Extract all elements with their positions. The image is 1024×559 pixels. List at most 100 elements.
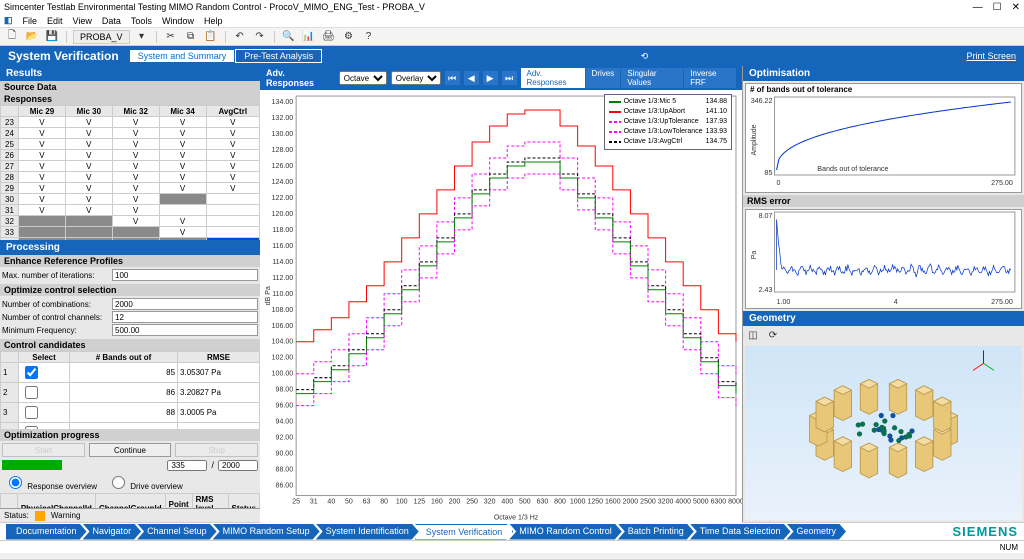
undo-icon[interactable]: ↶ xyxy=(232,30,248,44)
octave-select[interactable]: Octave xyxy=(339,71,387,85)
overview-table[interactable]: PhysicalChannelIdChannelGroupIdPoint IdR… xyxy=(0,493,260,508)
minfreq-input[interactable] xyxy=(112,324,258,336)
breadcrumb: System and Summary Pre-Test Analysis xyxy=(129,48,323,64)
menu-file[interactable]: File xyxy=(23,16,38,26)
paste-icon[interactable]: 📋 xyxy=(203,30,219,44)
start-button[interactable]: Start xyxy=(2,443,85,457)
responses-table[interactable]: Mic 29Mic 30Mic 32Mic 34AvgCtrl 23VVVVV2… xyxy=(0,105,260,240)
svg-text:400: 400 xyxy=(501,499,513,506)
rotate-icon[interactable]: ⟳ xyxy=(765,328,781,342)
tab-drives[interactable]: Drives xyxy=(586,68,621,88)
menu-view[interactable]: View xyxy=(73,16,92,26)
workflow-step-2[interactable]: Channel Setup xyxy=(137,524,217,540)
minimize-icon[interactable]: — xyxy=(973,2,983,13)
right-panel: Optimisation # of bands out of tolerance… xyxy=(742,66,1024,522)
menu-help[interactable]: Help xyxy=(204,16,223,26)
title-bar: Simcenter Testlab Environmental Testing … xyxy=(0,0,1024,14)
svg-text:86.00: 86.00 xyxy=(276,483,294,490)
progress-total[interactable] xyxy=(218,460,258,471)
prev-icon[interactable]: ⏮ xyxy=(445,71,460,85)
svg-text:5000: 5000 xyxy=(693,499,709,506)
svg-text:Amplitude: Amplitude xyxy=(751,124,758,155)
bands-chart[interactable]: # of bands out of tolerance 346.22850275… xyxy=(745,83,1022,193)
svg-text:1000: 1000 xyxy=(570,499,586,506)
rms-chart[interactable]: 8.072.431.004275.00Pa xyxy=(745,209,1022,309)
overlay-select[interactable]: Overlay xyxy=(391,71,441,85)
chart-icon[interactable]: 📊 xyxy=(301,30,317,44)
zoom-icon[interactable]: 🔍 xyxy=(281,30,297,44)
svg-text:125: 125 xyxy=(413,499,425,506)
crumb-pretest[interactable]: Pre-Test Analysis xyxy=(235,49,322,63)
workflow-step-4[interactable]: System Identification xyxy=(316,524,419,540)
svg-text:dB Pa: dB Pa xyxy=(265,286,272,305)
chevron-down-icon[interactable]: ▾ xyxy=(134,30,150,44)
print-screen-link[interactable]: Print Screen xyxy=(966,51,1016,61)
workflow-step-7[interactable]: Batch Printing xyxy=(618,524,694,540)
workflow-step-6[interactable]: MIMO Random Control xyxy=(509,524,622,540)
svg-text:346.22: 346.22 xyxy=(751,98,773,105)
svg-text:80: 80 xyxy=(380,499,388,506)
results-header: Results xyxy=(0,66,260,81)
status-text: Warning xyxy=(51,511,81,520)
svg-text:94.00: 94.00 xyxy=(276,419,294,426)
close-icon[interactable]: ✕ xyxy=(1012,2,1020,13)
open-icon[interactable]: 📂 xyxy=(24,30,40,44)
redo-icon[interactable]: ↷ xyxy=(252,30,268,44)
crumb-system-summary[interactable]: System and Summary xyxy=(129,49,236,63)
back-icon[interactable]: ◀ xyxy=(464,71,479,85)
menu-tools[interactable]: Tools xyxy=(131,16,152,26)
wizard-icon[interactable]: ⚙ xyxy=(341,30,357,44)
tab-inverse-frf[interactable]: Inverse FRF xyxy=(684,68,736,88)
ncomb-input[interactable] xyxy=(112,298,258,310)
fwd-icon[interactable]: ▶ xyxy=(483,71,498,85)
maxiter-input[interactable] xyxy=(112,269,258,281)
new-icon[interactable]: 🗋 xyxy=(4,30,20,44)
menu-data[interactable]: Data xyxy=(102,16,121,26)
help-icon[interactable]: ? xyxy=(361,30,377,44)
status-warning-icon xyxy=(35,511,45,521)
svg-text:1600: 1600 xyxy=(605,499,621,506)
copy-icon[interactable]: ⧉ xyxy=(183,30,199,44)
optprog-header: Optimization progress xyxy=(0,429,260,441)
workflow-step-5[interactable]: System Verification xyxy=(415,524,514,540)
processing-header: Processing xyxy=(0,240,260,255)
response-overview-radio[interactable]: Response overview xyxy=(4,473,97,491)
svg-text:2500: 2500 xyxy=(640,499,656,506)
continue-button[interactable]: Continue xyxy=(89,443,172,457)
status-label: Status: xyxy=(4,511,29,520)
print-icon[interactable]: 🖨 xyxy=(321,30,337,44)
tab-adv-responses[interactable]: Adv. Responses xyxy=(521,68,585,88)
geometry-viewport[interactable] xyxy=(745,346,1022,520)
view-icon[interactable]: ◫ xyxy=(745,328,761,342)
stop-button[interactable]: Stop xyxy=(175,443,258,457)
svg-text:275.00: 275.00 xyxy=(991,180,1013,187)
next-icon[interactable]: ⏭ xyxy=(502,71,517,85)
save-icon[interactable]: 💾 xyxy=(44,30,60,44)
maximize-icon[interactable]: ☐ xyxy=(993,2,1002,13)
source-data-header: Source Data xyxy=(0,81,260,93)
menu-edit[interactable]: Edit xyxy=(47,16,63,26)
svg-text:104.00: 104.00 xyxy=(272,339,294,346)
svg-text:114.00: 114.00 xyxy=(272,259,293,266)
candidates-header: Control candidates xyxy=(0,339,260,351)
drive-overview-radio[interactable]: Drive overview xyxy=(107,473,183,491)
main-chart[interactable]: 86.0088.0090.0092.0094.0096.0098.00100.0… xyxy=(260,90,742,524)
workflow-step-0[interactable]: Documentation xyxy=(6,524,87,540)
svg-text:130.00: 130.00 xyxy=(272,131,294,138)
nchan-input[interactable] xyxy=(112,311,258,323)
svg-text:Bands out of tolerance: Bands out of tolerance xyxy=(817,166,888,173)
workflow-step-3[interactable]: MIMO Random Setup xyxy=(213,524,320,540)
progress-current[interactable] xyxy=(167,460,207,471)
workflow-step-1[interactable]: Navigator xyxy=(83,524,142,540)
project-tag[interactable]: PROBA_V xyxy=(73,30,130,44)
cut-icon[interactable]: ✂ xyxy=(163,30,179,44)
svg-text:2.43: 2.43 xyxy=(759,287,773,294)
candidates-table[interactable]: Select# Bands out ofRMSE 1853.05307 Pa28… xyxy=(0,351,260,429)
tab-singular[interactable]: Singular Values xyxy=(621,68,683,88)
workflow-step-9[interactable]: Geometry xyxy=(787,524,847,540)
svg-text:122.00: 122.00 xyxy=(272,195,294,202)
workflow-step-8[interactable]: Time Data Selection xyxy=(690,524,791,540)
svg-text:250: 250 xyxy=(466,499,478,506)
menu-window[interactable]: Window xyxy=(162,16,194,26)
svg-text:320: 320 xyxy=(484,499,496,506)
